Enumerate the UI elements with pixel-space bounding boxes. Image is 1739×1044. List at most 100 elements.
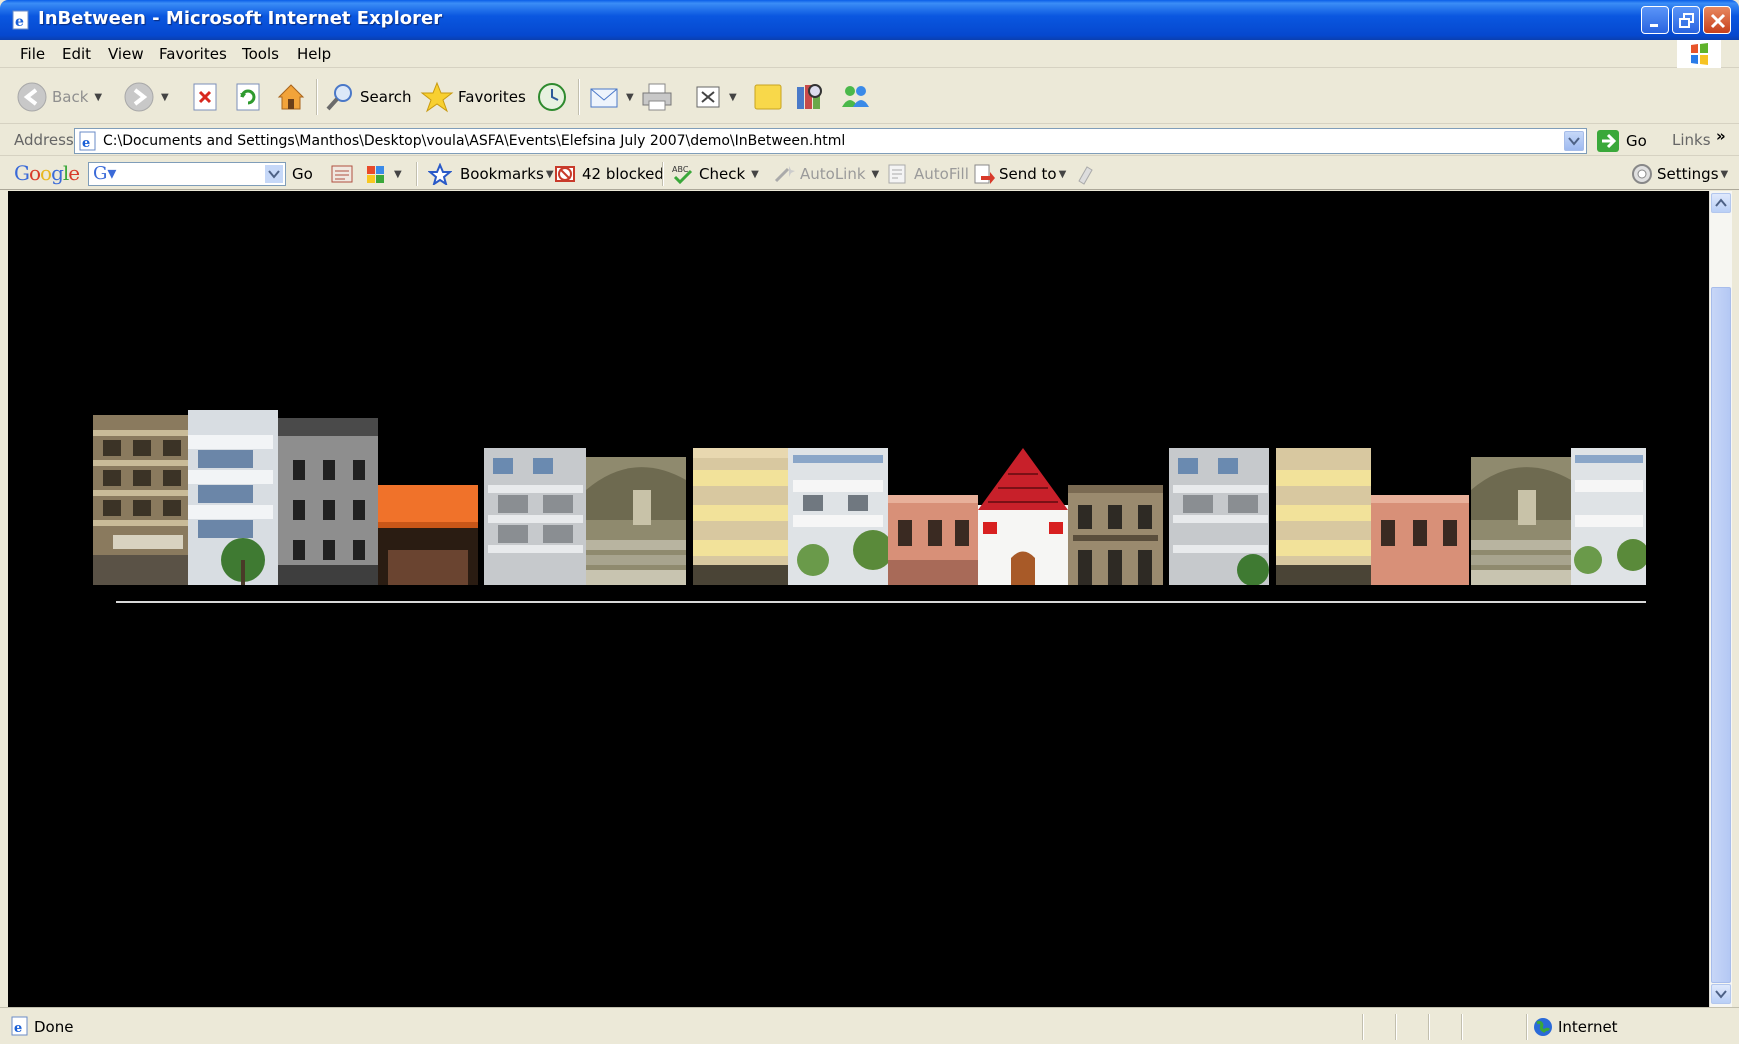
close-button[interactable] [1703, 6, 1731, 34]
chevron-down-icon [1568, 137, 1580, 146]
building-3 [278, 418, 378, 585]
menu-file[interactable]: File [20, 45, 45, 63]
popup-blocker-button[interactable]: 42 blocked [553, 162, 664, 186]
mail-button[interactable]: ▼ [588, 79, 634, 115]
bookmark-star-icon [428, 163, 452, 185]
edit-button[interactable]: ▼ [693, 79, 737, 115]
go-arrow-icon [1597, 130, 1619, 152]
building-13 [1276, 448, 1371, 585]
svg-text:ABC: ABC [672, 165, 689, 174]
search-label: Search [360, 88, 412, 106]
building-1 [93, 415, 188, 585]
edit-document-icon [696, 86, 720, 108]
address-field[interactable]: e [74, 128, 1587, 154]
ie-page-icon: e [11, 1016, 28, 1036]
forward-arrow-icon [124, 82, 154, 112]
mail-icon [590, 88, 618, 108]
google-search-field[interactable]: G▾ [88, 162, 286, 186]
ie-page-icon: e [79, 131, 96, 151]
research-books-icon [797, 84, 822, 109]
address-input[interactable] [103, 131, 1543, 151]
stop-button[interactable] [190, 79, 220, 115]
autofill-button[interactable]: AutoFill [886, 162, 969, 186]
street-collage-image [93, 410, 1646, 585]
ie-page-icon: e [12, 10, 29, 30]
chevron-down-icon: ▼ [1720, 168, 1729, 180]
google-search-input[interactable] [121, 165, 251, 181]
chevron-down-icon: ▼ [161, 91, 169, 103]
scroll-down-button[interactable] [1711, 984, 1731, 1004]
links-chevron-icon[interactable]: » [1716, 127, 1726, 145]
chevron-down-icon[interactable] [265, 165, 283, 183]
chevron-down-icon: ▼ [94, 91, 103, 103]
news-icon [331, 165, 353, 183]
settings-button[interactable]: Settings ▼ [1630, 162, 1728, 186]
building-14 [1371, 495, 1469, 585]
chevron-up-icon [1715, 198, 1727, 207]
bookmarks-label: Bookmarks [460, 165, 544, 183]
messenger-button[interactable] [838, 79, 872, 115]
blocked-count-label: 42 blocked [582, 165, 664, 183]
send-to-label: Send to [999, 165, 1057, 183]
google-g-icon[interactable]: G▾ [93, 163, 116, 184]
google-logo[interactable]: Google [14, 161, 80, 185]
go-button[interactable]: Go [1596, 129, 1647, 153]
autolink-button[interactable]: AutoLink ▼ [772, 162, 879, 186]
address-dropdown-button[interactable] [1564, 131, 1584, 151]
minimize-button[interactable] [1641, 6, 1669, 34]
scroll-up-button[interactable] [1711, 193, 1731, 213]
building-7 [693, 448, 788, 585]
svg-text:e: e [15, 14, 24, 30]
highlighter-icon [1078, 166, 1093, 185]
bookmarks-button[interactable]: Bookmarks ▼ [428, 162, 554, 186]
send-to-button[interactable]: Send to ▼ [972, 162, 1066, 186]
building-15-ruins [1471, 457, 1571, 585]
home-button[interactable] [275, 79, 307, 115]
chevron-down-icon: ▼ [729, 91, 737, 103]
stop-icon [193, 83, 217, 111]
address-bar: Address e Go Links » [0, 125, 1739, 156]
home-icon [277, 84, 305, 110]
discuss-button[interactable] [752, 79, 784, 115]
print-button[interactable] [640, 79, 674, 115]
menu-help[interactable]: Help [297, 45, 331, 63]
restore-button[interactable] [1672, 6, 1700, 34]
history-icon [538, 83, 566, 111]
building-10-red-roof-house [978, 448, 1068, 585]
security-zone-label: Internet [1558, 1018, 1618, 1036]
links-button[interactable]: Links [1672, 131, 1711, 149]
highlighter-button[interactable] [1073, 162, 1097, 186]
menu-tools[interactable]: Tools [242, 45, 279, 63]
back-button[interactable]: Back ▼ [16, 79, 102, 115]
menu-view[interactable]: View [108, 45, 144, 63]
search-icon [326, 84, 352, 111]
window-title: InBetween - Microsoft Internet Explorer [38, 8, 443, 29]
vertical-scrollbar[interactable] [1709, 191, 1732, 1007]
forward-button[interactable]: ▼ [123, 79, 169, 115]
history-button[interactable] [535, 79, 569, 115]
google-toolbar: Google G▾ Go ▼ Bookmarks ▼ 42 blocked AB… [0, 157, 1739, 190]
address-label: Address [14, 131, 74, 149]
research-button[interactable] [793, 79, 825, 115]
minimize-icon [1650, 24, 1658, 27]
menu-edit[interactable]: Edit [62, 45, 91, 63]
building-11 [1068, 485, 1163, 585]
back-arrow-icon [17, 82, 47, 112]
status-bar: e Done Internet [0, 1007, 1739, 1044]
google-go-button[interactable]: Go [292, 162, 313, 186]
building-9 [888, 495, 978, 585]
building-2 [188, 410, 278, 585]
svg-text:e: e [14, 1021, 22, 1036]
favorites-button[interactable]: Favorites [420, 79, 526, 115]
google-go-label: Go [292, 165, 313, 183]
news-button[interactable] [330, 162, 354, 186]
title-bar[interactable]: e InBetween - Microsoft Internet Explore… [0, 0, 1739, 40]
pagerank-button[interactable]: ▼ [364, 162, 402, 186]
search-button[interactable]: Search [324, 79, 412, 115]
spellcheck-button[interactable]: ABC Check ▼ [671, 162, 759, 186]
menu-favorites[interactable]: Favorites [159, 45, 227, 63]
refresh-button[interactable] [233, 79, 263, 115]
scroll-thumb[interactable] [1711, 287, 1731, 983]
building-5 [484, 448, 586, 585]
windows-logo [1677, 40, 1721, 68]
